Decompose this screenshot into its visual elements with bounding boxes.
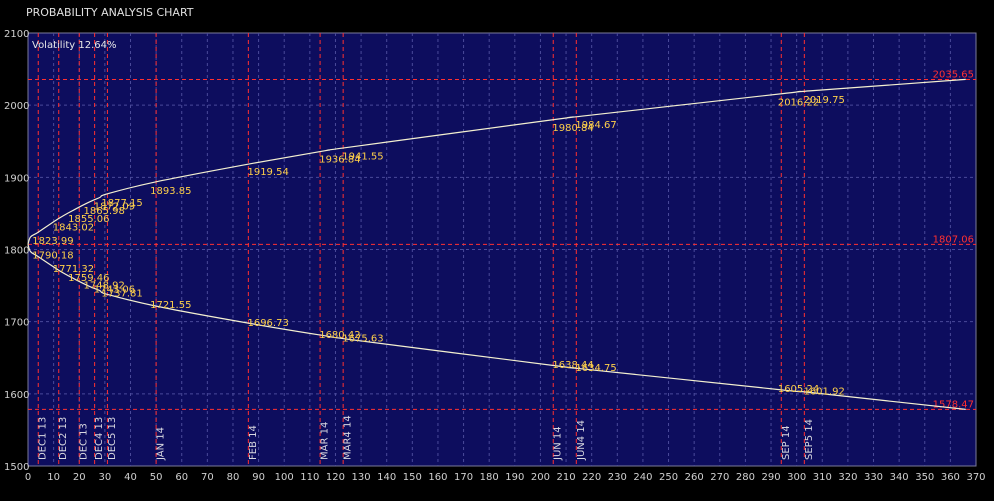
x-tick-label: 30 xyxy=(98,472,111,483)
x-tick-label: 360 xyxy=(941,472,960,483)
x-tick-label: 300 xyxy=(787,472,806,483)
y-tick-label: 1900 xyxy=(4,173,29,184)
reference-line-label: 1807.06 xyxy=(933,234,974,245)
expiry-label: JUN 14 xyxy=(553,426,564,461)
x-tick-label: 160 xyxy=(428,472,447,483)
data-label-upper: 2019.75 xyxy=(803,95,844,106)
expiry-label: DEC4 13 xyxy=(94,417,105,460)
expiry-label: SEP 14 xyxy=(781,425,792,460)
data-label-upper: 1919.54 xyxy=(247,167,288,178)
expiry-label: MAR4 14 xyxy=(343,415,354,460)
data-label-upper: 1984.67 xyxy=(575,120,616,131)
data-label-lower: 1790.18 xyxy=(32,251,73,262)
x-tick-label: 150 xyxy=(403,472,422,483)
expiry-label: DEC 13 xyxy=(79,423,90,460)
y-tick-label: 1500 xyxy=(4,462,29,473)
data-label-lower: 1601.92 xyxy=(803,386,844,397)
x-tick-label: 170 xyxy=(454,472,473,483)
reference-line-label: 2035.65 xyxy=(933,69,974,80)
x-tick-label: 260 xyxy=(685,472,704,483)
x-tick-label: 180 xyxy=(480,472,499,483)
volatility-annotation: Volatility 12.64% xyxy=(32,40,117,51)
data-label-upper: 1877.15 xyxy=(101,198,142,209)
y-tick-label: 1600 xyxy=(4,390,29,401)
expiry-label: FEB 14 xyxy=(248,425,259,460)
data-label-lower: 1737.81 xyxy=(101,288,142,299)
y-tick-label: 1800 xyxy=(4,246,29,257)
data-label-upper: 1823.99 xyxy=(32,236,73,247)
data-label-upper: 1941.55 xyxy=(342,151,383,162)
x-tick-label: 60 xyxy=(175,472,188,483)
x-tick-label: 270 xyxy=(710,472,729,483)
x-tick-label: 20 xyxy=(73,472,86,483)
expiry-label: DEC1 13 xyxy=(38,417,49,460)
x-tick-label: 210 xyxy=(557,472,576,483)
x-tick-label: 140 xyxy=(377,472,396,483)
expiry-label: JAN 14 xyxy=(156,427,167,461)
x-tick-label: 70 xyxy=(201,472,214,483)
data-label-lower: 1634.75 xyxy=(575,363,616,374)
expiry-label: SEP5 14 xyxy=(804,419,815,460)
y-tick-label: 1700 xyxy=(4,318,29,329)
y-tick-label: 2100 xyxy=(4,29,29,40)
expiry-label: MAR 14 xyxy=(320,422,331,460)
expiry-label: DEC5 13 xyxy=(107,417,118,460)
x-tick-label: 120 xyxy=(326,472,345,483)
x-tick-label: 10 xyxy=(47,472,60,483)
x-tick-label: 240 xyxy=(633,472,652,483)
data-label-lower: 1696.73 xyxy=(247,318,288,329)
reference-line-label: 1578.47 xyxy=(933,399,974,410)
x-tick-label: 40 xyxy=(124,472,137,483)
x-tick-label: 130 xyxy=(352,472,371,483)
x-tick-label: 80 xyxy=(227,472,240,483)
x-tick-label: 330 xyxy=(864,472,883,483)
x-tick-label: 0 xyxy=(25,472,31,483)
x-tick-label: 220 xyxy=(582,472,601,483)
probability-chart: 2035.65 1807.06 1578.47 DEC1 13 DEC2 13 DEC … xyxy=(4,29,986,483)
x-tick-label: 230 xyxy=(608,472,627,483)
x-tick-label: 350 xyxy=(915,472,934,483)
expiry-label: JUN4 14 xyxy=(576,420,587,461)
x-tick-label: 90 xyxy=(252,472,265,483)
x-tick-label: 190 xyxy=(505,472,524,483)
y-tick-label: 2000 xyxy=(4,101,29,112)
x-tick-label: 340 xyxy=(890,472,909,483)
x-tick-label: 310 xyxy=(813,472,832,483)
expiry-label: DEC2 13 xyxy=(58,417,69,460)
x-tick-label: 290 xyxy=(761,472,780,483)
data-label-lower: 1721.55 xyxy=(150,300,191,311)
x-tick-label: 250 xyxy=(659,472,678,483)
data-label-lower: 1675.63 xyxy=(342,333,383,344)
x-tick-label: 320 xyxy=(838,472,857,483)
data-label-upper: 1893.85 xyxy=(150,186,191,197)
x-tick-label: 100 xyxy=(275,472,294,483)
x-tick-label: 370 xyxy=(966,472,985,483)
x-tick-label: 280 xyxy=(736,472,755,483)
x-tick-label: 110 xyxy=(300,472,319,483)
x-tick-label: 50 xyxy=(150,472,163,483)
x-tick-label: 200 xyxy=(531,472,550,483)
